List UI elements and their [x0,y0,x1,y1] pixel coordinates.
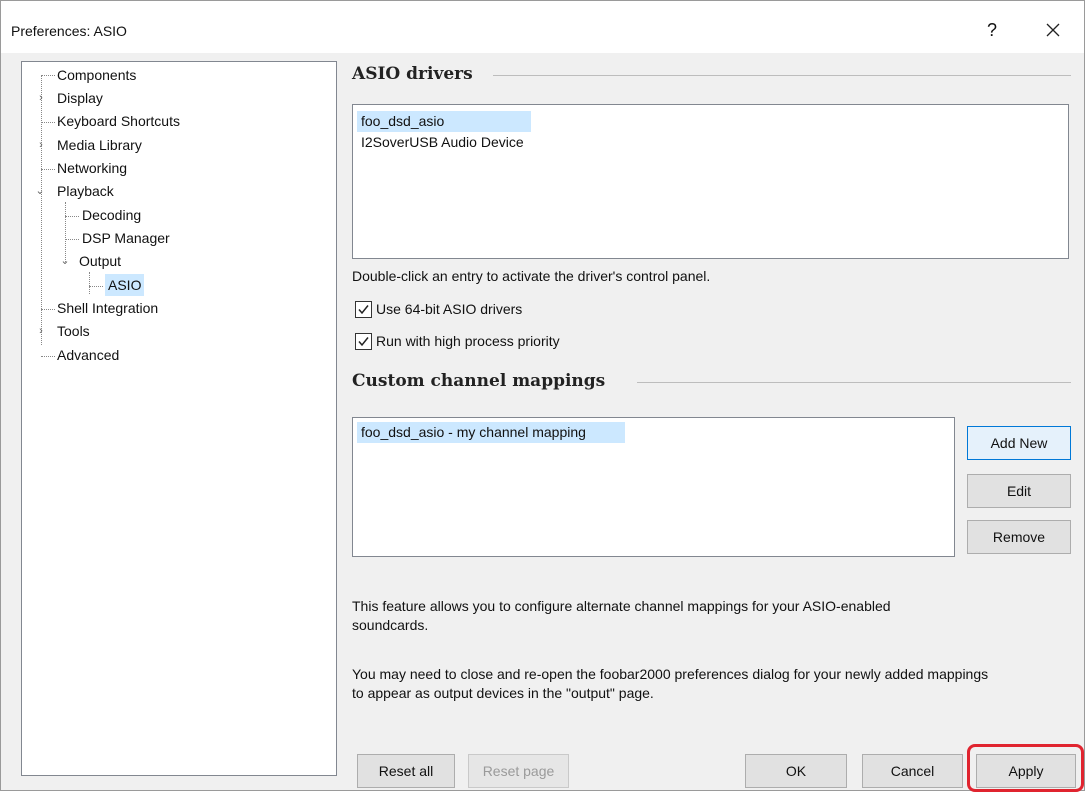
channel-mapping-list[interactable]: foo_dsd_asio - my channel mapping [352,417,955,557]
asio-driver-item[interactable]: foo_dsd_asio [357,111,531,132]
title-bar: Preferences: ASIO ? [1,1,1084,53]
high-priority-checkbox[interactable] [355,333,372,350]
tree-item-keyboard-shortcuts[interactable]: Keyboard Shortcuts [57,110,180,132]
tree-connector [41,169,55,170]
tree-connector [41,356,55,357]
tree-item-asio[interactable]: ASIO [105,274,145,296]
tree-item-label: Components [57,67,137,83]
channel-mapping-item[interactable]: foo_dsd_asio - my channel mapping [357,422,625,443]
tree-connector [89,272,90,294]
tree-item-media-library[interactable]: Media Library [57,134,142,156]
tree-connector [65,216,79,217]
expand-icon[interactable]: › [35,320,47,342]
window-title: Preferences: ASIO [11,23,127,39]
tree-item-label: Keyboard Shortcuts [57,113,180,129]
group-divider [493,75,1071,76]
tree-item-label: DSP Manager [82,230,170,246]
preferences-tree[interactable]: Components › Display Keyboard Shortcuts … [21,61,337,776]
tree-item-components[interactable]: Components [57,64,136,86]
checkmark-icon [358,305,369,315]
expand-icon[interactable]: › [35,134,47,156]
add-new-button[interactable]: Add New [967,426,1071,460]
use64-label[interactable]: Use 64-bit ASIO drivers [376,300,522,319]
tree-item-advanced[interactable]: Advanced [57,344,119,366]
tree-connector [41,75,55,76]
tree-item-label: Playback [57,183,114,199]
tree-item-decoding[interactable]: Decoding [82,204,141,226]
tree-item-output[interactable]: Output [79,250,121,272]
tree-connector [41,75,42,345]
help-icon[interactable]: ? [977,15,1007,45]
channel-mappings-heading: Custom channel mappings [352,371,606,391]
collapse-icon[interactable]: ⌄ [59,250,71,272]
tree-connector [89,286,103,287]
edit-button[interactable]: Edit [967,474,1071,508]
tree-connector [65,239,79,240]
tree-item-playback[interactable]: Playback [57,180,114,202]
remove-button[interactable]: Remove [967,520,1071,554]
tree-item-dsp-manager[interactable]: DSP Manager [82,227,170,249]
driver-hint-text: Double-click an entry to activate the dr… [352,268,711,284]
high-priority-label[interactable]: Run with high process priority [376,332,560,351]
tree-item-label: Display [57,90,103,106]
use64-checkbox[interactable] [355,301,372,318]
apply-highlight-annotation [967,744,1084,792]
tree-item-label: Networking [57,160,128,176]
cancel-button[interactable]: Cancel [862,754,963,788]
mapping-note-text: You may need to close and re-open the fo… [352,666,989,701]
tree-connector [41,309,55,310]
asio-driver-item[interactable]: I2SoverUSB Audio Device [357,132,528,153]
mapping-info-text: This feature allows you to configure alt… [352,598,891,633]
preferences-dialog: Preferences: ASIO ? Components › Display… [0,0,1085,792]
tree-item-label: Advanced [57,347,120,363]
tree-connector [41,122,55,123]
tree-item-label: Shell Integration [57,300,159,316]
tree-item-label: Decoding [82,207,142,223]
collapse-icon[interactable]: ⌄ [34,180,46,202]
tree-item-label: Media Library [57,137,142,153]
tree-item-label: Output [79,253,122,269]
checkmark-icon [358,337,369,347]
close-icon[interactable] [1033,15,1073,45]
tree-item-tools[interactable]: Tools [57,320,90,342]
ok-button[interactable]: OK [745,754,847,788]
tree-item-shell-integration[interactable]: Shell Integration [57,297,158,319]
tree-item-networking[interactable]: Networking [57,157,127,179]
asio-driver-list[interactable]: foo_dsd_asio I2SoverUSB Audio Device [352,104,1069,259]
tree-item-label: Tools [57,323,90,339]
reset-page-button: Reset page [468,754,569,788]
reset-all-button[interactable]: Reset all [357,754,455,788]
group-divider [637,382,1071,383]
asio-drivers-heading: ASIO drivers [352,64,473,84]
tree-item-label: ASIO [105,274,145,296]
tree-item-display[interactable]: Display [57,87,103,109]
expand-icon[interactable]: › [35,87,47,109]
